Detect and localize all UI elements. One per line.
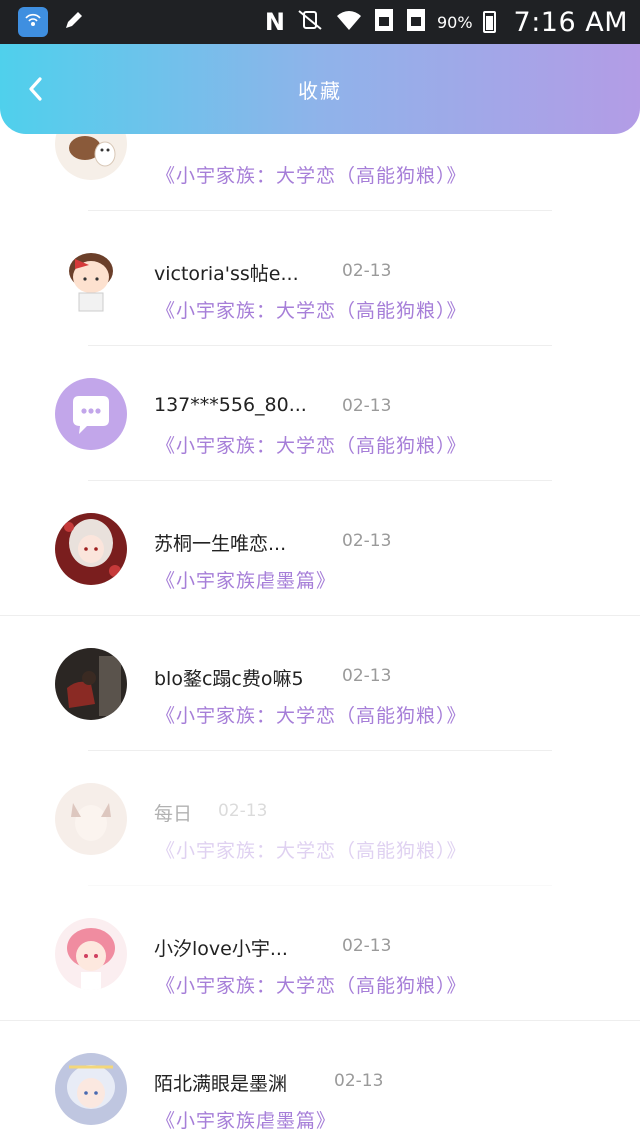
wifi-hotspot-icon [18, 7, 48, 37]
list-item[interactable]: 137***556_80... 02-13 《小宇家族：大学恋（高能狗粮）》 [0, 346, 640, 481]
pencil-icon [62, 8, 86, 36]
avatar[interactable] [55, 243, 127, 315]
list-item[interactable]: 陌北满眼是墨渊 02-13 《小宇家族虐墨篇》 [0, 1021, 640, 1138]
avatar[interactable] [55, 1053, 127, 1125]
avatar[interactable] [55, 378, 127, 450]
list-item[interactable]: 苏桐一生唯恋... 02-13 《小宇家族虐墨篇》 [0, 481, 640, 616]
avatar[interactable] [55, 783, 127, 855]
status-bar: N 90% 7:16 AM [0, 0, 640, 44]
nfc-icon: N [264, 8, 285, 36]
page-title: 收藏 [298, 78, 342, 103]
avatar[interactable] [55, 918, 127, 990]
user-name: 陌北满眼是墨渊 [154, 1073, 288, 1095]
subject-link[interactable]: 《小宇家族：大学恋（高能狗粮）》 [156, 836, 467, 863]
post-date: 02-13 [342, 261, 392, 281]
post-date: 02-13 [218, 801, 268, 821]
chevron-left-icon [29, 77, 42, 101]
subject-link[interactable]: 《小宇家族：大学恋（高能狗粮）》 [156, 161, 467, 188]
vibrate-mute-icon [295, 9, 325, 35]
subject-link[interactable]: 《小宇家族：大学恋（高能狗粮）》 [156, 296, 467, 323]
post-date: 02-13 [342, 666, 392, 686]
user-name: 苏桐一生唯恋... [154, 533, 287, 555]
sim2-icon [405, 7, 427, 37]
sim1-icon [373, 7, 395, 37]
avatar[interactable] [55, 648, 127, 720]
app-header: 收藏 [0, 44, 640, 134]
back-button[interactable] [22, 76, 48, 102]
user-name: 每日 [154, 803, 193, 825]
clock: 7:16 AM [513, 6, 628, 38]
user-name: 137***556_80... [154, 394, 307, 416]
list-item[interactable]: 每日 02-13 《小宇家族：大学恋（高能狗粮）》 [0, 751, 640, 886]
list-item[interactable]: 小汐love小宇... 02-13 《小宇家族：大学恋（高能狗粮）》 [0, 886, 640, 1021]
subject-link[interactable]: 《小宇家族虐墨篇》 [156, 1106, 336, 1133]
subject-link[interactable]: 《小宇家族：大学恋（高能狗粮）》 [156, 971, 467, 998]
subject-link[interactable]: 《小宇家族：大学恋（高能狗粮）》 [156, 431, 467, 458]
subject-link[interactable]: 《小宇家族：大学恋（高能狗粮）》 [156, 701, 467, 728]
battery-percent: 90% [436, 12, 473, 32]
user-name: blo鍪c蹋c费o嘛5 [154, 668, 304, 690]
list-item[interactable]: victoria'ss帖e... 02-13 《小宇家族：大学恋（高能狗粮）》 [0, 211, 640, 346]
user-name: 小汐love小宇... [154, 938, 288, 960]
post-date: 02-13 [342, 396, 392, 416]
list-item[interactable]: blo鍪c蹋c费o嘛5 02-13 《小宇家族：大学恋（高能狗粮）》 [0, 616, 640, 751]
list-item[interactable]: 《小宇家族：大学恋（高能狗粮）》 [0, 134, 640, 211]
wifi-icon [335, 8, 363, 36]
favorites-list[interactable]: 《小宇家族：大学恋（高能狗粮）》 victoria'ss帖e... 02-13 … [0, 134, 640, 1138]
battery-icon [482, 11, 496, 33]
avatar[interactable] [55, 134, 127, 180]
avatar[interactable] [55, 513, 127, 585]
post-date: 02-13 [342, 531, 392, 551]
user-name: victoria'ss帖e... [154, 263, 299, 285]
post-date: 02-13 [342, 936, 392, 956]
post-date: 02-13 [334, 1071, 384, 1091]
subject-link[interactable]: 《小宇家族虐墨篇》 [156, 566, 336, 593]
